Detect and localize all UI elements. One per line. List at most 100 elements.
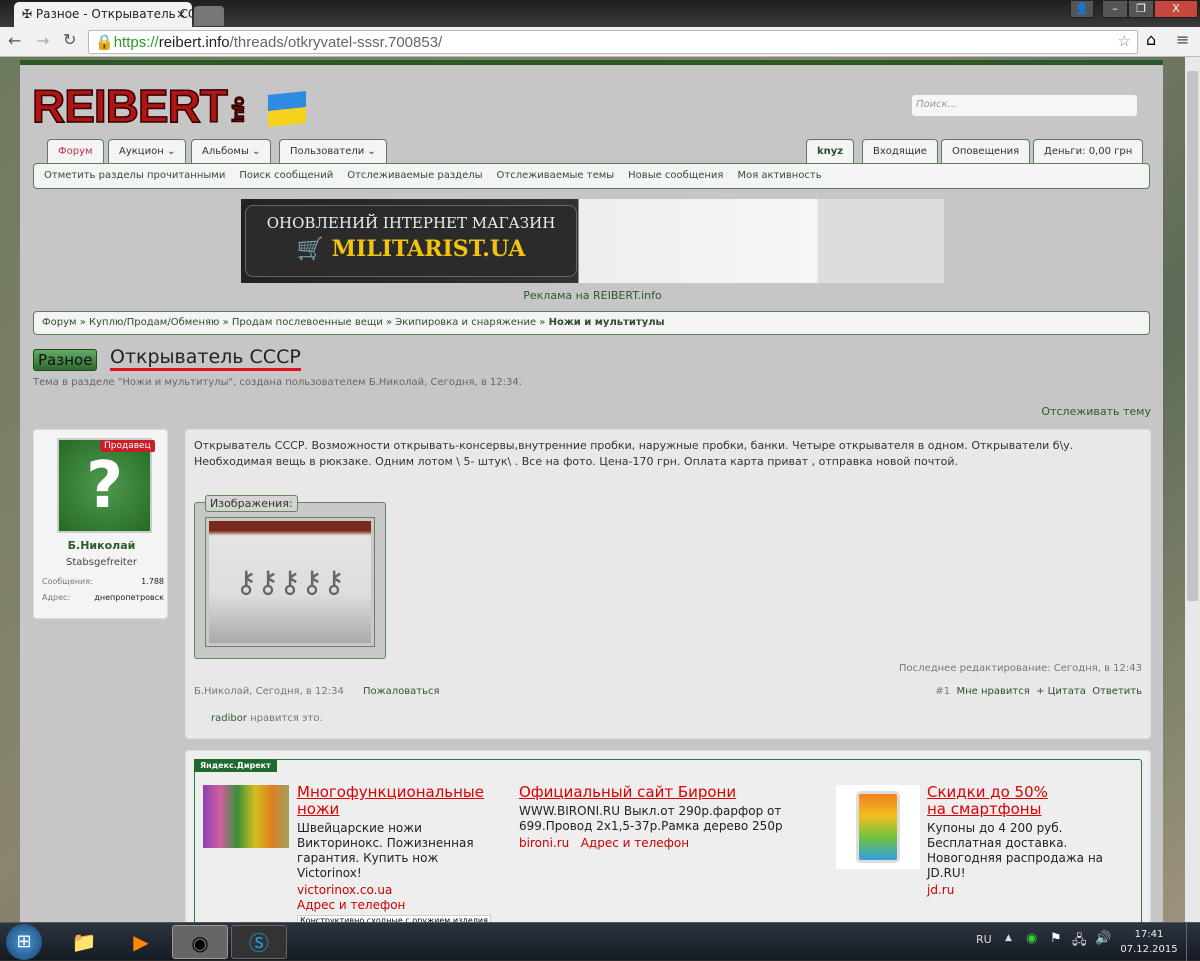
- cart-icon: 🛒: [296, 236, 332, 262]
- knives-ad-image[interactable]: [203, 785, 289, 848]
- show-desktop-button[interactable]: [1186, 923, 1200, 961]
- ad-item: Многофункциональные ножи Швейцарские нож…: [297, 784, 497, 927]
- page-background: REIBERT info Поиск... Форум Аукцион ⌄ Аль…: [0, 57, 1185, 950]
- militarist-banner[interactable]: ОНОВЛЕНИЙ ІНТЕРНЕТ МАГАЗИН 🛒 MILITARIST.…: [241, 199, 944, 283]
- seller-badge: Продавец: [100, 440, 155, 452]
- messages-label: Сообщения:: [42, 577, 93, 586]
- tab-alerts[interactable]: Оповещения: [941, 139, 1031, 165]
- ad-domain[interactable]: victorinox.co.ua: [297, 883, 497, 898]
- yandex-direct-block: Яндекс.Директ Многофункциональные ножи Ш…: [185, 750, 1151, 950]
- subnav-watched-threads[interactable]: Отслеживаемые темы: [497, 170, 615, 181]
- watch-thread-link[interactable]: Отслеживать тему: [1041, 405, 1151, 418]
- tab-users[interactable]: Пользователи ⌄: [279, 139, 387, 165]
- address-value: днепропетровск: [94, 593, 164, 602]
- tab-money[interactable]: Деньги: 0,00 грн: [1033, 139, 1144, 165]
- yandex-direct-label[interactable]: Яндекс.Директ: [194, 759, 277, 772]
- avatar[interactable]: ?: [57, 438, 152, 533]
- ad-item: Скидки до 50% на смартфоны Купоны до 4 2…: [927, 784, 1137, 898]
- ad-contacts[interactable]: Адрес и телефон: [581, 836, 689, 850]
- chrome-icon[interactable]: ◉: [172, 925, 228, 959]
- explorer-icon[interactable]: 📁: [56, 925, 112, 959]
- ad-title[interactable]: Скидки до 50% на смартфоны: [927, 784, 1067, 818]
- subnav-my-activity[interactable]: Моя активность: [737, 170, 821, 181]
- home-icon[interactable]: ⌂: [1146, 30, 1156, 49]
- menu-icon[interactable]: ≡: [1176, 30, 1189, 49]
- ad-item: Официальный сайт Бирони WWW.BIRONI.RU Вы…: [519, 784, 819, 851]
- breadcrumb: Форум » Куплю/Продам/Обменяю » Продам по…: [33, 311, 1150, 335]
- scrollbar[interactable]: [1185, 57, 1200, 922]
- ad-domain[interactable]: jd.ru: [927, 883, 1137, 898]
- last-edited: Последнее редактирование: Сегодня, в 12:…: [899, 663, 1142, 674]
- favicon-icon: ✠: [22, 7, 36, 21]
- breadcrumb-item[interactable]: Форум: [42, 317, 77, 328]
- reload-icon[interactable]: ↻: [63, 30, 76, 49]
- tab-albums[interactable]: Альбомы ⌄: [191, 139, 272, 165]
- new-tab-button[interactable]: [194, 6, 224, 26]
- search-input[interactable]: Поиск...: [912, 95, 1137, 116]
- language-indicator[interactable]: RU: [976, 933, 992, 946]
- reibert-logo[interactable]: REIBERT info: [31, 79, 252, 133]
- breadcrumb-item[interactable]: Экипировка и снаряжение: [395, 317, 536, 328]
- browser-tab[interactable]: ✠ Разное - Открыватель СС ×: [14, 2, 192, 27]
- start-button[interactable]: ⊞: [6, 924, 42, 960]
- ad-title[interactable]: Официальный сайт Бирони: [519, 784, 819, 801]
- breadcrumb-item[interactable]: Продам послевоенные вещи: [232, 317, 383, 328]
- action-center-flag-icon[interactable]: ⚑: [1050, 931, 1062, 946]
- thread-subtitle: Тема в разделе "Ножи и мультитулы", созд…: [33, 377, 522, 388]
- likes-summary: radibor нравится это.: [211, 713, 323, 724]
- ad-caption[interactable]: Реклама на REIBERT.info: [241, 289, 944, 302]
- sub-navigation: Отметить разделы прочитанными Поиск сообщ…: [33, 163, 1150, 189]
- scrollbar-thumb[interactable]: [1187, 71, 1198, 601]
- post-number[interactable]: #1: [935, 686, 950, 697]
- subnav-mark-read[interactable]: Отметить разделы прочитанными: [44, 170, 225, 181]
- smartphone-ad-image[interactable]: [836, 785, 920, 869]
- username[interactable]: Б.Николай: [34, 539, 169, 552]
- forward-icon[interactable]: →: [36, 31, 49, 50]
- user-info-panel: ? Продавец Б.Николай Stabsgefreiter Сооб…: [33, 429, 168, 619]
- skype-icon[interactable]: Ⓢ: [231, 925, 287, 959]
- profile-icon[interactable]: 👤: [1070, 0, 1094, 18]
- close-tab-icon[interactable]: ×: [176, 7, 186, 21]
- restore-button[interactable]: ❐: [1128, 0, 1154, 18]
- page-title: Открыватель СССР: [110, 346, 301, 371]
- subnav-new-posts[interactable]: Новые сообщения: [628, 170, 723, 181]
- minimize-button[interactable]: –: [1102, 0, 1128, 18]
- post-actions: #1 Мне нравится + Цитата Ответить: [935, 686, 1142, 697]
- report-link[interactable]: Пожаловаться: [363, 686, 440, 697]
- subnav-search[interactable]: Поиск сообщений: [239, 170, 333, 181]
- ukraine-flag-icon: [268, 91, 306, 127]
- images-label: Изображения:: [205, 495, 298, 512]
- ad-text: Купоны до 4 200 руб. Бесплатная доставка…: [927, 821, 1104, 880]
- show-hidden-icons[interactable]: ▲: [1005, 933, 1012, 943]
- bookmark-star-icon[interactable]: ☆: [1118, 32, 1131, 50]
- ad-contacts[interactable]: Адрес и телефон: [297, 898, 497, 913]
- volume-icon[interactable]: 🔊: [1095, 931, 1111, 946]
- tray-app-icon[interactable]: ◉: [1026, 931, 1037, 946]
- browser-tab-bar: ✠ Разное - Открыватель СС × 👤 – ❐ X: [0, 0, 1200, 27]
- breadcrumb-item[interactable]: Куплю/Продам/Обменяю: [89, 317, 219, 328]
- address-label: Адрес:: [42, 593, 71, 602]
- tab-inbox[interactable]: Входящие: [862, 139, 938, 165]
- reply-button[interactable]: Ответить: [1092, 686, 1142, 697]
- attachment-thumbnail[interactable]: ⚷⚷⚷⚷⚷: [205, 517, 375, 647]
- quote-button[interactable]: + Цитата: [1036, 686, 1086, 697]
- close-window-button[interactable]: X: [1154, 0, 1198, 18]
- post-text: Открыватель СССР. Возможности открывать-…: [194, 439, 1074, 468]
- thread-prefix-badge[interactable]: Разное: [33, 349, 98, 371]
- liker-link[interactable]: radibor: [211, 713, 247, 724]
- tab-username[interactable]: knyz: [806, 139, 855, 165]
- back-icon[interactable]: ←: [8, 31, 21, 50]
- address-bar[interactable]: 🔒https://reibert.info/threads/otkryvatel…: [88, 30, 1138, 54]
- post-author-date[interactable]: Б.Николай, Сегодня, в 12:34: [194, 686, 344, 697]
- network-icon[interactable]: 🖧: [1072, 931, 1087, 953]
- clock[interactable]: 17:41 07.12.2015: [1118, 927, 1180, 957]
- ad-domain[interactable]: bironi.ru: [519, 836, 569, 850]
- ad-title[interactable]: Многофункциональные ножи: [297, 784, 497, 818]
- content-panel: REIBERT info Поиск... Форум Аукцион ⌄ Аль…: [20, 60, 1163, 950]
- breadcrumb-current[interactable]: Ножи и мультитулы: [549, 317, 665, 328]
- media-player-icon[interactable]: ▶: [113, 925, 169, 959]
- like-button[interactable]: Мне нравится: [957, 686, 1030, 697]
- browser-toolbar: ← → ↻ 🔒https://reibert.info/threads/otkr…: [0, 27, 1200, 57]
- subnav-watched-forums[interactable]: Отслеживаемые разделы: [347, 170, 482, 181]
- tab-auction[interactable]: Аукцион ⌄: [108, 139, 187, 165]
